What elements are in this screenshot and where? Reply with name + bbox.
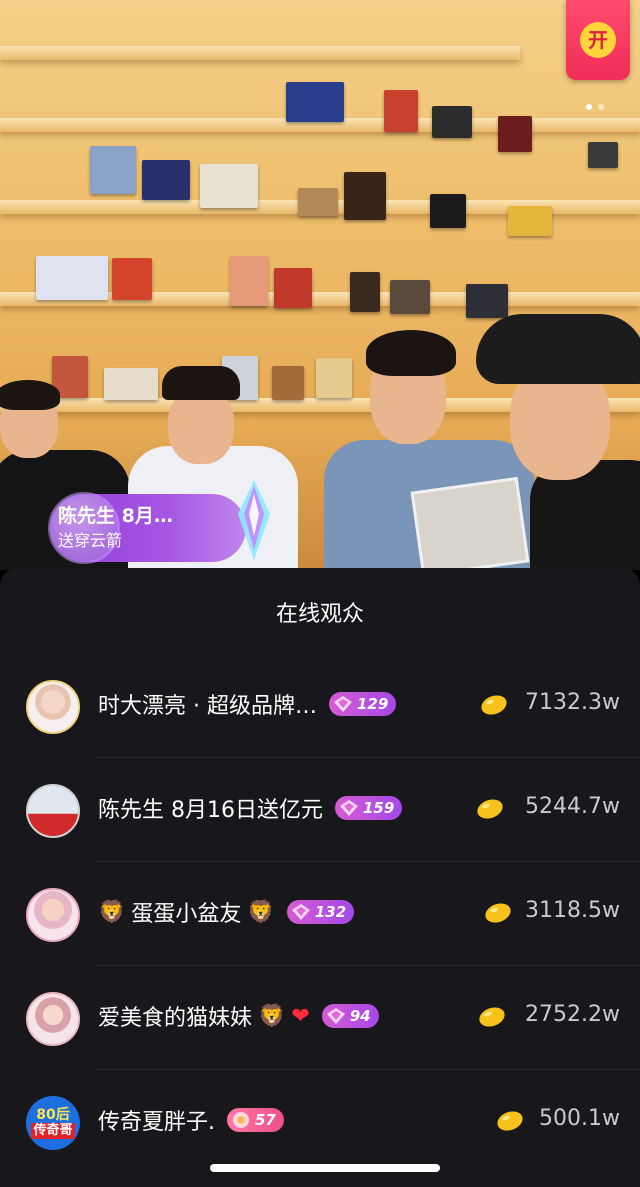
viewer-name: 爱美食的猫妹妹 🦁 ❤ 94: [98, 1000, 379, 1032]
book: [112, 258, 152, 300]
viewer-coin-count: 5244.7w: [525, 794, 620, 819]
viewer-coin-count: 500.1w: [539, 1106, 620, 1131]
carousel-dot: [598, 104, 604, 110]
viewer-name: 时大漂亮 · 超级品牌… 129: [98, 688, 397, 720]
book: [200, 164, 258, 208]
level-number: 57: [255, 1111, 276, 1129]
viewer-row[interactable]: 80后 传奇哥 传奇夏胖子. 57 500.1w: [0, 1070, 640, 1174]
viewer-avatar: 80后 传奇哥: [26, 1096, 80, 1150]
level-badge: 132: [286, 900, 355, 924]
gold-bean-icon: [485, 903, 511, 923]
level-number: 94: [349, 1007, 371, 1025]
level-badge: 159: [335, 796, 403, 820]
gem-icon: [326, 1008, 345, 1024]
gold-bean-icon: [477, 799, 503, 819]
viewer-name-text: 陈先生 8月16日送亿元: [98, 798, 323, 823]
red-packet-button[interactable]: 开: [566, 0, 630, 80]
badge-flower-icon: [233, 1112, 249, 1128]
book: [498, 116, 532, 152]
red-packet-open-label: 开: [580, 22, 616, 58]
host-person: [470, 310, 640, 570]
viewer-name: 传奇夏胖子. 57: [98, 1104, 284, 1136]
book: [430, 194, 466, 228]
book: [588, 142, 618, 168]
book: [298, 188, 338, 216]
gift-action: 送穿云箭: [58, 531, 123, 550]
level-number: 129: [356, 695, 389, 713]
viewer-avatar: [26, 784, 80, 838]
gold-bean-icon: [479, 1007, 505, 1027]
viewer-avatar: [26, 992, 80, 1046]
viewer-name-text: 传奇夏胖子.: [98, 1110, 215, 1135]
carousel-indicator: [586, 104, 604, 110]
book: [384, 90, 418, 132]
viewer-avatar: [26, 888, 80, 942]
viewer-name-text: 蛋蛋小盆友: [131, 902, 242, 927]
viewer-coin-count: 7132.3w: [525, 690, 620, 715]
gold-bean-icon: [481, 695, 507, 715]
viewer-name: 🦁 蛋蛋小盆友 🦁 132: [98, 896, 355, 928]
gem-icon: [291, 904, 310, 920]
rocket-gift-icon: [238, 480, 270, 560]
book: [344, 172, 386, 220]
live-video[interactable]: 陈先生 8月… 送穿云箭 开: [0, 0, 640, 570]
book: [432, 106, 472, 138]
book: [36, 256, 108, 300]
level-badge: 129: [328, 692, 397, 716]
gift-sender-name: 陈先生 8月…: [58, 505, 173, 527]
lion-icon: 🦁: [98, 899, 126, 925]
book: [390, 280, 430, 314]
book: [230, 256, 268, 306]
carousel-dot: [586, 104, 592, 110]
avatar-text-top: 80后: [36, 1107, 70, 1123]
book: [142, 160, 190, 200]
viewer-row[interactable]: 🦁 蛋蛋小盆友 🦁 132 3118.5w: [0, 862, 640, 966]
level-number: 159: [363, 799, 395, 817]
book: [508, 206, 552, 236]
avatar-text-bottom: 传奇哥: [31, 1123, 75, 1139]
gift-notice[interactable]: 陈先生 8月… 送穿云箭: [48, 492, 246, 564]
home-indicator[interactable]: [210, 1164, 440, 1172]
gold-bean-icon: [497, 1111, 523, 1131]
gem-icon: [340, 800, 358, 816]
book: [350, 272, 380, 312]
viewer-coin-count: 2752.2w: [525, 1002, 620, 1027]
gem-icon: [333, 696, 352, 712]
online-audience-panel: 在线观众 时大漂亮 · 超级品牌… 129 7132.3w 陈先生 8月16日送…: [0, 568, 640, 1187]
lion-icon: 🦁: [247, 899, 275, 925]
level-badge: 94: [321, 1004, 379, 1028]
book: [286, 82, 344, 122]
heart-icon: ❤: [291, 1003, 310, 1029]
level-number: 132: [314, 903, 347, 921]
viewer-name: 陈先生 8月16日送亿元 159: [98, 792, 403, 824]
viewer-name-text: 时大漂亮 · 超级品牌…: [98, 694, 317, 719]
book: [274, 268, 312, 308]
viewer-row[interactable]: 爱美食的猫妹妹 🦁 ❤ 94 2752.2w: [0, 966, 640, 1070]
bookshelf: [0, 46, 520, 60]
book: [90, 146, 136, 194]
lion-icon: 🦁: [258, 1003, 286, 1029]
viewer-avatar: [26, 680, 80, 734]
viewer-name-text: 爱美食的猫妹妹: [98, 1006, 253, 1031]
viewer-row[interactable]: 陈先生 8月16日送亿元 159 5244.7w: [0, 758, 640, 862]
panel-title: 在线观众: [275, 602, 364, 627]
level-badge: 57: [227, 1108, 284, 1132]
viewer-coin-count: 3118.5w: [525, 898, 620, 923]
viewer-row[interactable]: 时大漂亮 · 超级品牌… 129 7132.3w: [0, 654, 640, 758]
